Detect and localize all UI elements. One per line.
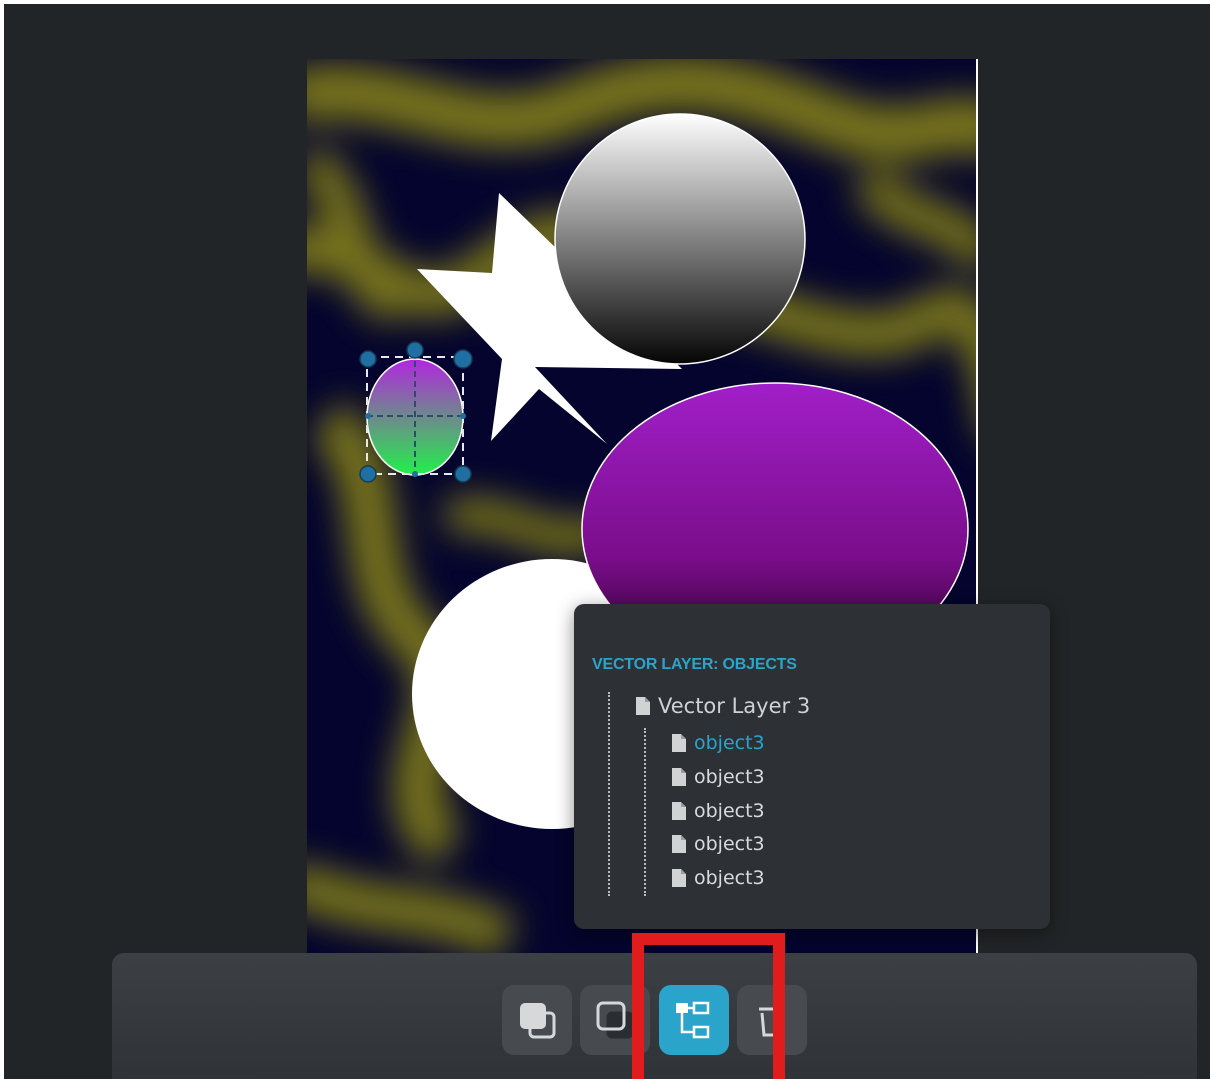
layer-item[interactable]: object3 <box>672 728 765 758</box>
layer-item[interactable]: object3 <box>672 796 765 826</box>
send-backward-button[interactable] <box>580 985 650 1055</box>
file-icon <box>672 869 686 887</box>
layer-tree-button[interactable] <box>659 985 729 1055</box>
rotate-handle[interactable] <box>453 349 473 369</box>
file-icon <box>672 835 686 853</box>
resize-handle-right[interactable] <box>460 413 466 419</box>
layer-item[interactable]: object3 <box>672 863 765 893</box>
tree-guide-line-inner <box>644 728 646 896</box>
file-icon <box>672 768 686 786</box>
resize-handle-left[interactable] <box>365 413 371 419</box>
file-icon <box>636 697 650 715</box>
layer-item[interactable]: object3 <box>672 762 765 792</box>
send-backward-icon <box>596 1001 634 1039</box>
resize-handle-top-middle[interactable] <box>406 341 424 359</box>
bring-forward-button[interactable] <box>502 985 572 1055</box>
gray-circle-shape[interactable] <box>554 113 806 365</box>
layer-tree-root[interactable]: Vector Layer 3 <box>636 691 810 721</box>
resize-handle-top-left[interactable] <box>359 350 377 368</box>
layer-item[interactable]: object3 <box>672 829 765 859</box>
layers-panel: VECTOR LAYER: OBJECTS Vector Layer 3 obj… <box>574 604 1050 929</box>
trash-icon <box>759 1007 785 1037</box>
file-icon <box>672 802 686 820</box>
delete-button[interactable] <box>737 985 807 1055</box>
resize-handle-bottom-right[interactable] <box>454 465 472 483</box>
layer-tree-icon <box>676 1001 710 1039</box>
layers-panel-title: VECTOR LAYER: OBJECTS <box>592 656 797 673</box>
file-icon <box>672 734 686 752</box>
layer-item-label: object3 <box>694 732 765 754</box>
bring-forward-icon <box>520 1003 556 1039</box>
resize-handle-bottom[interactable] <box>412 471 418 477</box>
layer-item-label: object3 <box>694 766 765 788</box>
resize-handle-bottom-left[interactable] <box>359 465 377 483</box>
layer-tree-root-label: Vector Layer 3 <box>658 694 811 718</box>
layer-item-label: object3 <box>694 833 765 855</box>
tree-guide-line-outer <box>608 692 610 896</box>
bottom-toolbar <box>112 953 1197 1079</box>
editor-viewport: VECTOR LAYER: OBJECTS Vector Layer 3 obj… <box>4 4 1210 1079</box>
layer-item-label: object3 <box>694 867 765 889</box>
layer-item-label: object3 <box>694 800 765 822</box>
